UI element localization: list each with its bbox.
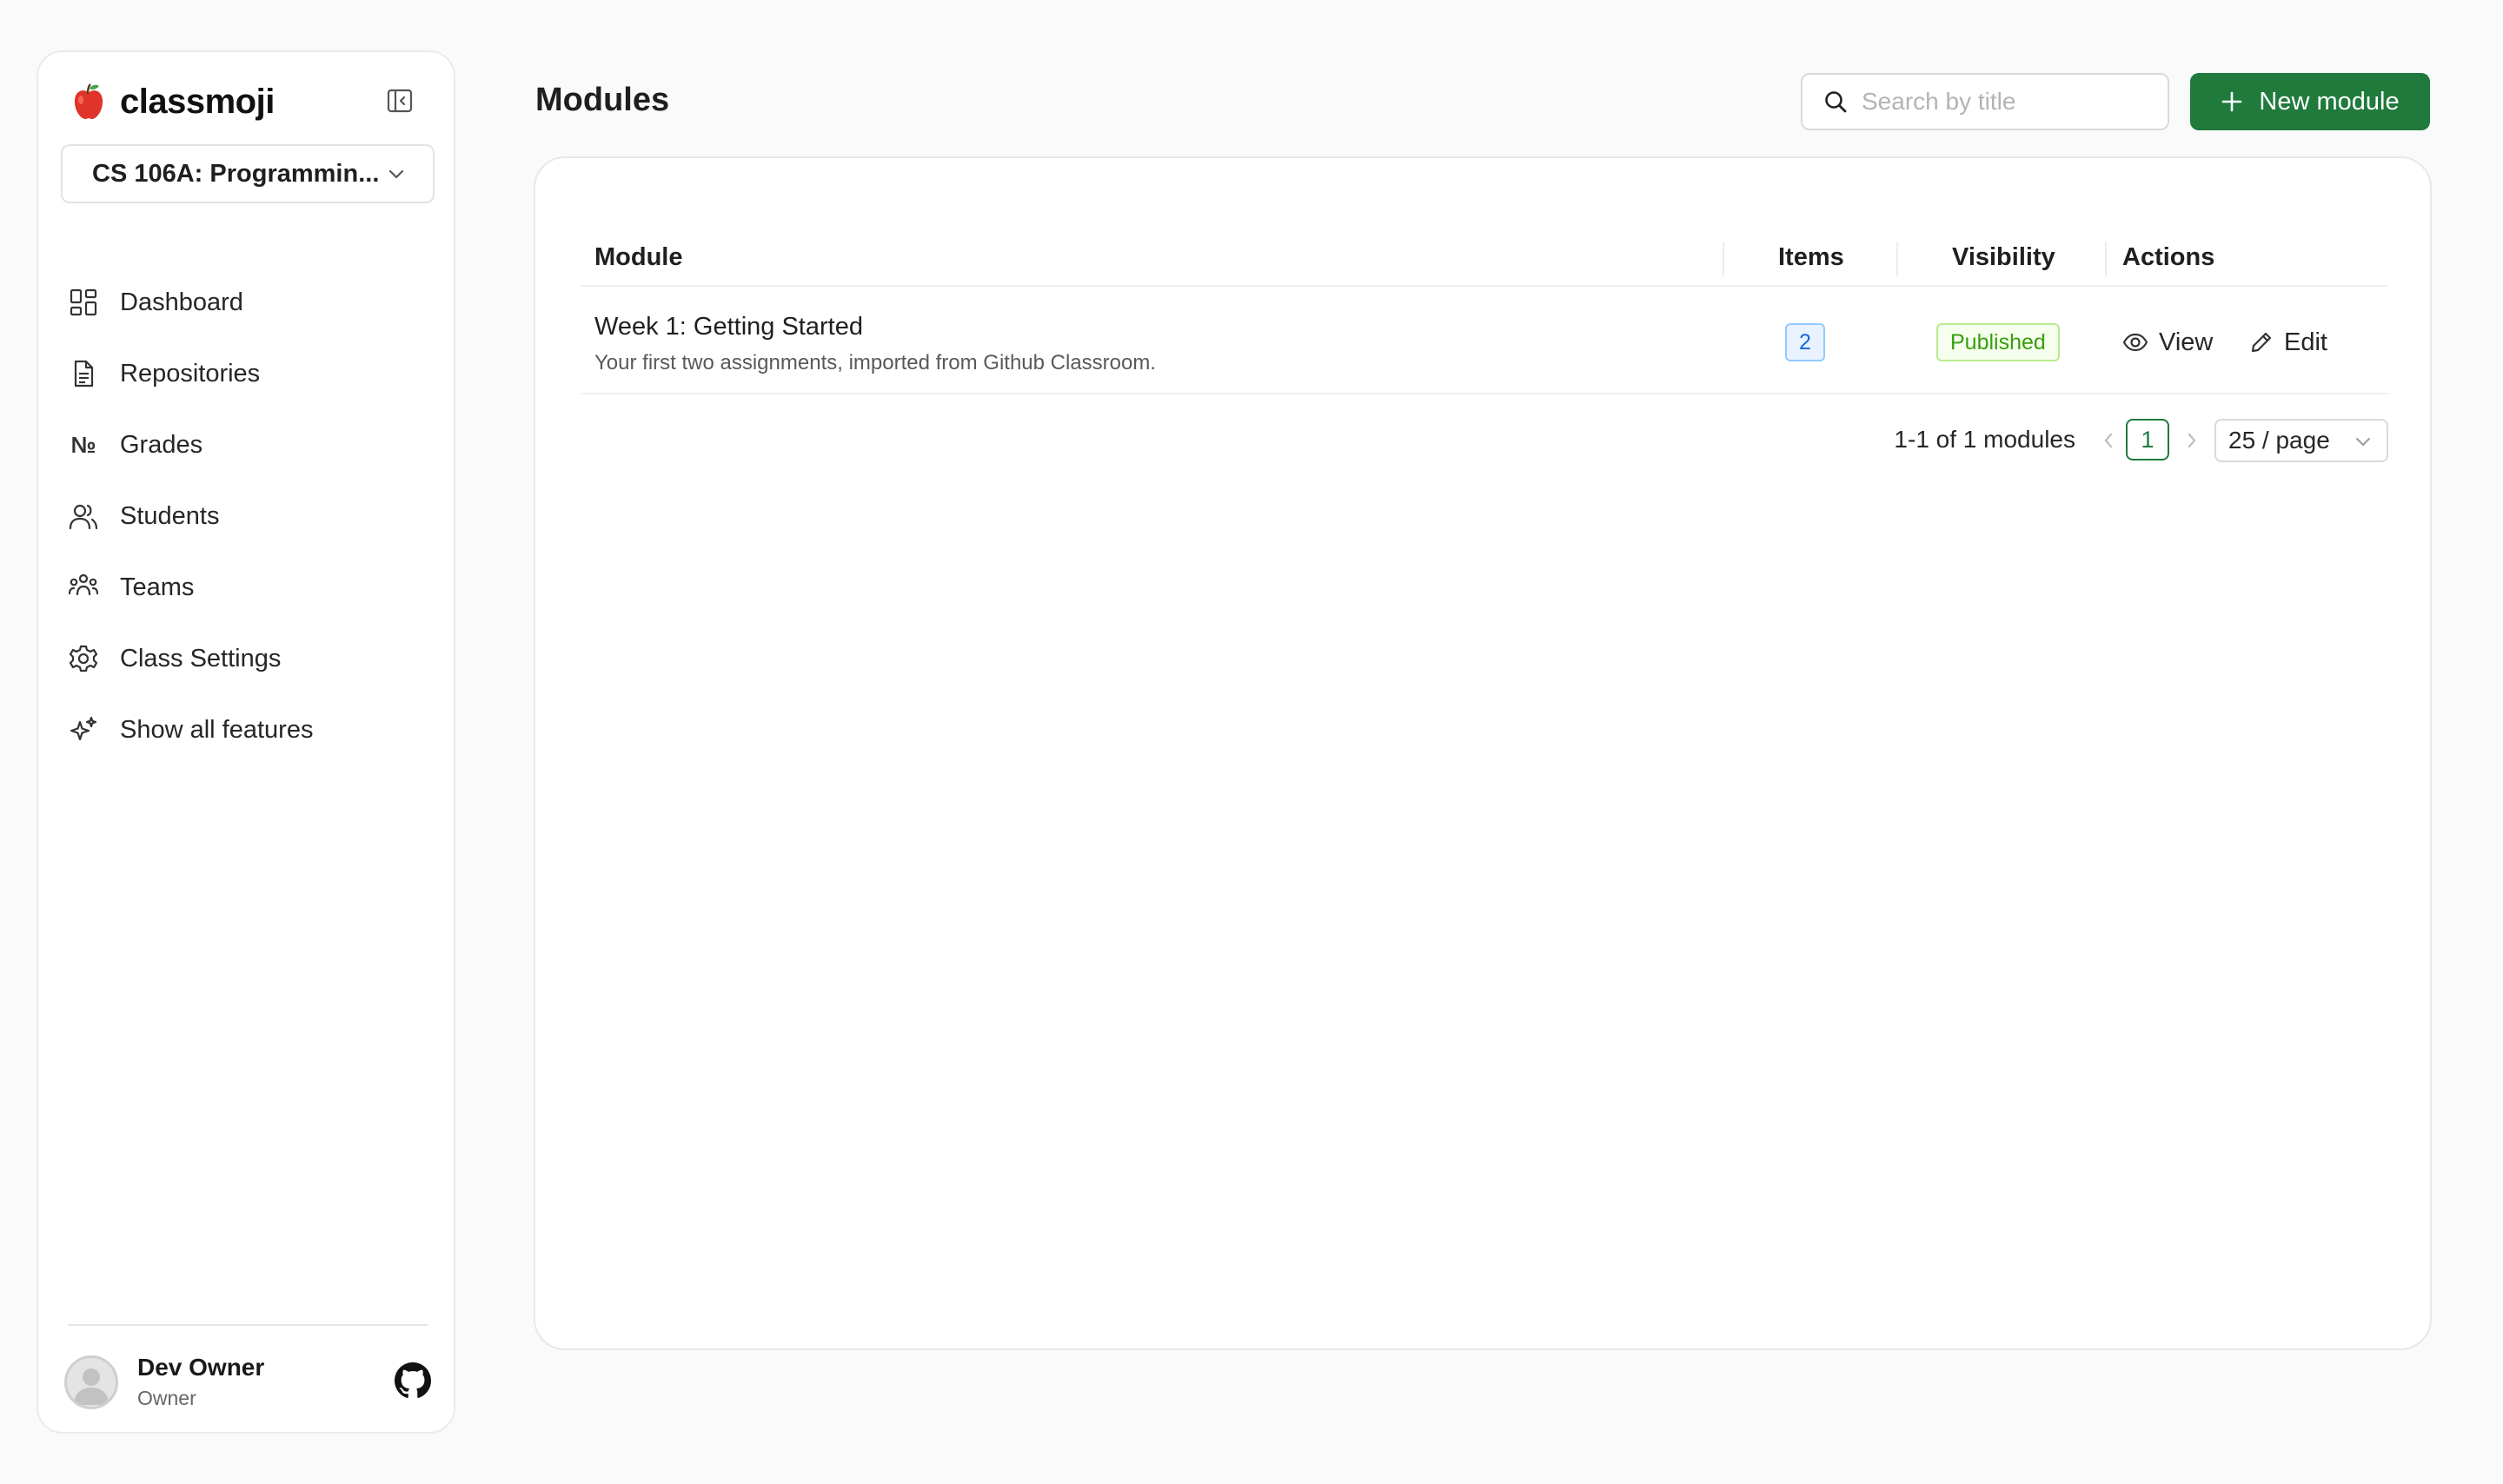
sidebar-item-students[interactable]: Students	[61, 488, 435, 544]
search-icon	[1825, 91, 1847, 113]
pagination: 1-1 of 1 modules 1 25 / page	[581, 419, 2388, 462]
apple-logo-icon	[74, 83, 103, 119]
edit-label: Edit	[2284, 328, 2327, 356]
user-profile[interactable]: Dev Owner Owner	[64, 1350, 431, 1414]
pencil-icon	[2251, 332, 2272, 353]
column-divider	[2105, 242, 2107, 276]
sidebar-item-class-settings[interactable]: Class Settings	[61, 631, 435, 686]
column-header-visibility[interactable]: Visibility	[1952, 226, 2055, 288]
app-root: classmoji CS 106A: Programmin... Dashboa…	[0, 0, 2503, 1484]
sidebar-item-grades[interactable]: № Grades	[61, 417, 435, 473]
user-role: Owner	[137, 1387, 196, 1409]
plus-icon	[2222, 91, 2242, 112]
sparkle-icon	[68, 714, 99, 745]
previous-page-button[interactable]	[2096, 427, 2121, 454]
sidebar-item-label: Teams	[120, 573, 195, 601]
sidebar-item-label: Class Settings	[120, 644, 282, 672]
collapse-sidebar-button[interactable]	[382, 83, 417, 118]
page-title: Modules	[535, 82, 670, 118]
avatar	[64, 1355, 118, 1409]
chevron-left-icon	[2104, 433, 2113, 448]
sidebar-item-show-all-features[interactable]: Show all features	[61, 702, 435, 758]
sidebar-item-label: Show all features	[120, 715, 314, 744]
column-header-module[interactable]: Module	[594, 226, 683, 288]
column-divider	[1896, 242, 1898, 276]
sidebar-item-label: Repositories	[120, 359, 261, 388]
class-selector-label: CS 106A: Programmin...	[92, 159, 380, 188]
search-box[interactable]	[1801, 73, 2169, 130]
row-divider	[581, 393, 2388, 394]
header-divider	[581, 285, 2388, 287]
chevron-down-icon	[388, 169, 404, 179]
dashboard-icon	[68, 287, 99, 318]
table-row[interactable]: Week 1: Getting Started Your first two a…	[581, 288, 2388, 396]
sidebar: classmoji CS 106A: Programmin... Dashboa…	[37, 50, 455, 1434]
view-label: View	[2159, 328, 2214, 356]
brand-name: classmoji	[120, 82, 275, 121]
column-divider	[1723, 242, 1724, 276]
module-title[interactable]: Week 1: Getting Started	[594, 313, 863, 341]
document-icon	[68, 358, 99, 389]
column-header-items[interactable]: Items	[1778, 226, 1844, 288]
pagination-total: 1-1 of 1 modules	[1894, 426, 2075, 453]
numero-icon: №	[70, 431, 96, 458]
new-module-label: New module	[2259, 87, 2400, 116]
sidebar-item-label: Students	[120, 501, 220, 530]
page-button-current[interactable]: 1	[2126, 419, 2169, 460]
users-icon	[68, 500, 99, 532]
github-icon[interactable]	[395, 1362, 431, 1399]
next-page-button[interactable]	[2180, 427, 2204, 454]
view-button[interactable]: View	[2122, 323, 2213, 361]
sidebar-item-repositories[interactable]: Repositories	[61, 346, 435, 401]
page-size-select[interactable]: 25 / page	[2214, 419, 2388, 462]
avatar-placeholder-icon	[74, 1368, 109, 1405]
sidebar-item-dashboard[interactable]: Dashboard	[61, 275, 435, 330]
modules-card: Module Items Visibility Actions Week 1: …	[534, 156, 2432, 1350]
chevron-right-icon	[2188, 433, 2196, 448]
new-module-button[interactable]: New module	[2190, 73, 2430, 130]
sidebar-divider	[68, 1324, 428, 1326]
team-icon	[68, 572, 99, 603]
gear-icon	[68, 643, 99, 674]
user-name: Dev Owner	[137, 1354, 265, 1381]
search-input[interactable]	[1862, 88, 2157, 116]
eye-icon	[2122, 333, 2148, 352]
chevron-down-icon	[2356, 438, 2370, 447]
status-badge: Published	[1936, 323, 2060, 361]
module-description: Your first two assignments, imported fro…	[594, 351, 1157, 374]
items-count-badge: 2	[1785, 323, 1825, 361]
brand[interactable]: classmoji	[68, 78, 275, 125]
sidebar-item-label: Dashboard	[120, 288, 243, 316]
column-header-actions[interactable]: Actions	[2122, 226, 2214, 288]
edit-button[interactable]: Edit	[2249, 323, 2327, 361]
sidebar-collapse-icon	[387, 89, 413, 113]
class-selector[interactable]: CS 106A: Programmin...	[61, 144, 435, 203]
table-header: Module Items Visibility Actions	[581, 226, 2388, 288]
page-size-value: 25 / page	[2228, 427, 2330, 454]
sidebar-item-label: Grades	[120, 430, 203, 459]
sidebar-item-teams[interactable]: Teams	[61, 560, 435, 615]
